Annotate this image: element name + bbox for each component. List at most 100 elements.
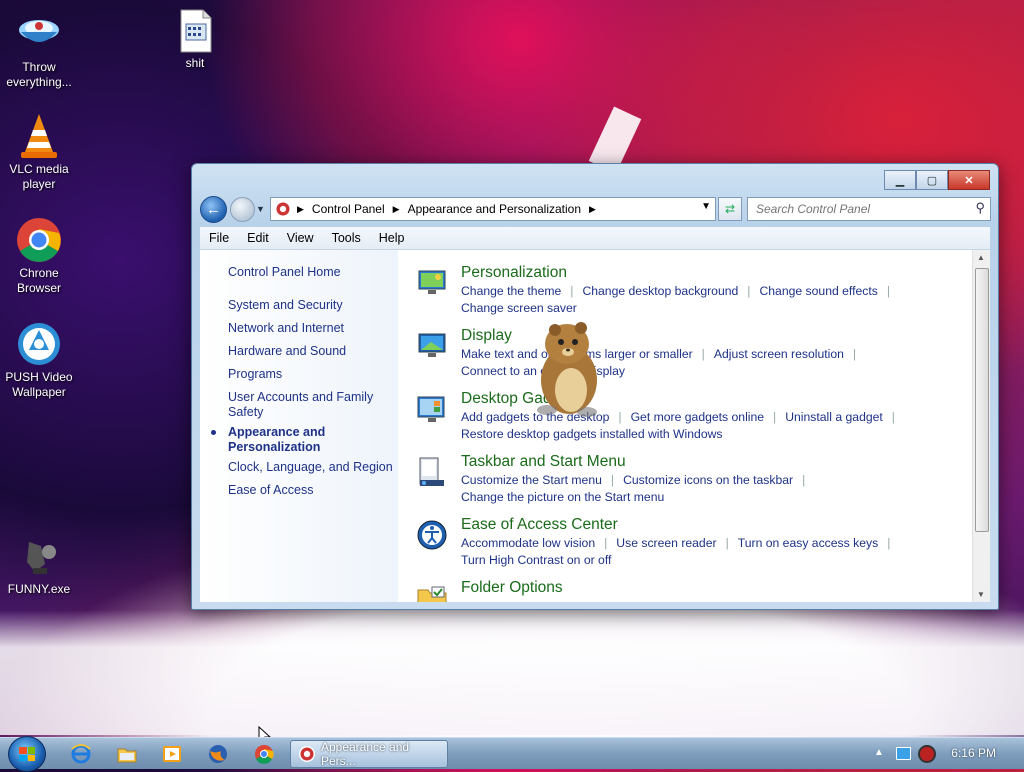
- recent-pages-dropdown[interactable]: ▼: [256, 204, 265, 214]
- desktop-icon-push[interactable]: PUSH Video Wallpaper: [0, 320, 78, 400]
- category-title-taskbar[interactable]: Taskbar and Start Menu: [461, 453, 626, 471]
- link-restore-gadgets[interactable]: Restore desktop gadgets installed with W…: [461, 427, 723, 441]
- chevron-right-icon[interactable]: ▶: [393, 204, 400, 215]
- link-separator: |: [886, 284, 890, 298]
- search-box[interactable]: ⚲: [747, 197, 991, 221]
- sidebar-item-home[interactable]: Control Panel Home: [228, 265, 393, 280]
- close-button[interactable]: ✕: [948, 170, 990, 190]
- menu-bar: File Edit View Tools Help: [200, 227, 990, 250]
- firefox-icon[interactable]: [207, 743, 229, 765]
- gadgets-icon: [416, 393, 448, 425]
- desktop-icon-shit[interactable]: shit: [156, 6, 234, 71]
- taskbar-icon: [416, 456, 448, 488]
- desktop-icon-chrome[interactable]: Chrone Browser: [0, 216, 78, 296]
- sidebar-item-system-security[interactable]: System and Security: [228, 298, 393, 313]
- start-button[interactable]: [8, 736, 46, 772]
- link-desktop-background[interactable]: Change desktop background: [582, 284, 738, 298]
- navigation-bar: ← ▼ ▶ Control Panel ▶ Appearance and Per…: [200, 196, 991, 223]
- chevron-down-icon[interactable]: ▼: [701, 201, 711, 212]
- category-title-folder-options[interactable]: Folder Options: [461, 579, 563, 597]
- link-more-gadgets[interactable]: Get more gadgets online: [631, 410, 764, 424]
- link-uninstall-gadget[interactable]: Uninstall a gadget: [785, 410, 883, 424]
- link-separator: |: [701, 347, 705, 361]
- explorer-folder-icon[interactable]: [116, 743, 138, 765]
- maximize-button[interactable]: ▢: [916, 170, 948, 190]
- volume-icon[interactable]: [918, 745, 936, 763]
- system-tray: ▲ 6:16 PM: [864, 738, 1024, 769]
- desktop-icon-funny[interactable]: FUNNY.exe: [0, 532, 78, 597]
- clock[interactable]: 6:16 PM: [951, 746, 996, 760]
- refresh-icon: ⇄: [724, 202, 736, 216]
- menu-view[interactable]: View: [278, 231, 323, 245]
- link-screen-saver[interactable]: Change screen saver: [461, 301, 577, 315]
- category-links: Accommodate low vision | Use screen reader…: [461, 535, 961, 569]
- category-list: Personalization Change the theme | Change …: [416, 250, 966, 602]
- media-player-icon[interactable]: [161, 743, 183, 765]
- breadcrumb-appearance[interactable]: Appearance and Personalization: [408, 202, 581, 216]
- ie-icon[interactable]: [70, 743, 92, 765]
- arrow-left-icon: ←: [206, 201, 221, 218]
- link-separator: |: [887, 536, 891, 550]
- personalization-monitor-icon: [416, 267, 448, 299]
- minimize-button[interactable]: ▁: [884, 170, 916, 190]
- wallpaper-decoration: [0, 610, 1024, 735]
- vertical-scrollbar[interactable]: ▲ ▼: [972, 250, 990, 602]
- show-hidden-icons-icon[interactable]: ▲: [874, 747, 884, 758]
- active-bullet: [211, 430, 216, 435]
- link-customize-taskbar-icons[interactable]: Customize icons on the taskbar: [623, 473, 793, 487]
- back-button[interactable]: ←: [200, 196, 227, 223]
- refresh-button[interactable]: ⇄: [718, 197, 742, 221]
- control-panel-icon: [299, 746, 315, 762]
- forward-button[interactable]: [230, 197, 255, 222]
- sidebar-item-network[interactable]: Network and Internet: [228, 321, 393, 336]
- link-easy-access-keys[interactable]: Turn on easy access keys: [738, 536, 878, 550]
- link-separator: |: [570, 284, 574, 298]
- executable-icon: [15, 532, 63, 580]
- link-screen-resolution[interactable]: Adjust screen resolution: [714, 347, 844, 361]
- search-icon[interactable]: ⚲: [975, 200, 985, 216]
- link-low-vision[interactable]: Accommodate low vision: [461, 536, 595, 550]
- link-change-theme[interactable]: Change the theme: [461, 284, 561, 298]
- taskbar-button-label: Appearance and Pers...: [320, 740, 410, 768]
- link-sound-effects[interactable]: Change sound effects: [759, 284, 877, 298]
- action-center-icon[interactable]: [896, 747, 911, 760]
- desktop-icon-label: Throw everything...: [6, 60, 72, 89]
- sidebar-item-hardware[interactable]: Hardware and Sound: [228, 344, 393, 359]
- link-separator: |: [773, 410, 777, 424]
- category-title-ease-of-access[interactable]: Ease of Access Center: [461, 516, 618, 534]
- link-customize-start[interactable]: Customize the Start menu: [461, 473, 602, 487]
- chrome-icon: [15, 216, 63, 264]
- category-title-personalization[interactable]: Personalization: [461, 264, 567, 282]
- sidebar-item-ease-of-access[interactable]: Ease of Access: [228, 483, 393, 498]
- chrome-icon[interactable]: [253, 743, 275, 765]
- link-screen-reader[interactable]: Use screen reader: [616, 536, 716, 550]
- scroll-down-arrow[interactable]: ▼: [977, 590, 985, 599]
- chevron-right-icon[interactable]: ▶: [589, 204, 596, 215]
- menu-help[interactable]: Help: [370, 231, 414, 245]
- sidebar-item-user-accounts[interactable]: User Accounts and Family Safety: [228, 390, 393, 420]
- search-input[interactable]: [754, 199, 968, 219]
- scroll-up-arrow[interactable]: ▲: [977, 253, 985, 262]
- sidebar-item-programs[interactable]: Programs: [228, 367, 393, 382]
- control-panel-window[interactable]: ▁ ▢ ✕ ← ▼ ▶ Control Panel ▶ Appearance a…: [191, 163, 999, 610]
- taskbar: Appearance and Pers... ▲ 6:16 PM: [0, 736, 1024, 772]
- sidebar-item-appearance[interactable]: Appearance and Personalization: [228, 425, 393, 455]
- menu-tools[interactable]: Tools: [323, 231, 370, 245]
- link-separator: |: [725, 536, 729, 550]
- category-title-display[interactable]: Display: [461, 327, 512, 345]
- chevron-right-icon[interactable]: ▶: [297, 204, 304, 215]
- menu-file[interactable]: File: [200, 231, 238, 245]
- link-start-picture[interactable]: Change the picture on the Start menu: [461, 490, 664, 504]
- desktop-icon-throw[interactable]: Throw everything...: [0, 10, 78, 90]
- taskbar-button-control-panel[interactable]: Appearance and Pers...: [290, 740, 448, 768]
- menu-edit[interactable]: Edit: [238, 231, 278, 245]
- breadcrumb-control-panel[interactable]: Control Panel: [312, 202, 385, 216]
- desktop-icon-label: VLC media player: [9, 162, 69, 191]
- link-high-contrast[interactable]: Turn High Contrast on or off: [461, 553, 611, 567]
- address-bar[interactable]: ▶ Control Panel ▶ Appearance and Persona…: [270, 197, 716, 221]
- hamster-desktop-pet[interactable]: [521, 314, 611, 419]
- scrollbar-thumb[interactable]: [975, 268, 989, 532]
- desktop-icon-vlc[interactable]: VLC media player: [0, 112, 78, 192]
- sidebar-item-clock-language[interactable]: Clock, Language, and Region: [228, 460, 393, 475]
- category-links: Customize the Start menu | Customize icons…: [461, 472, 961, 506]
